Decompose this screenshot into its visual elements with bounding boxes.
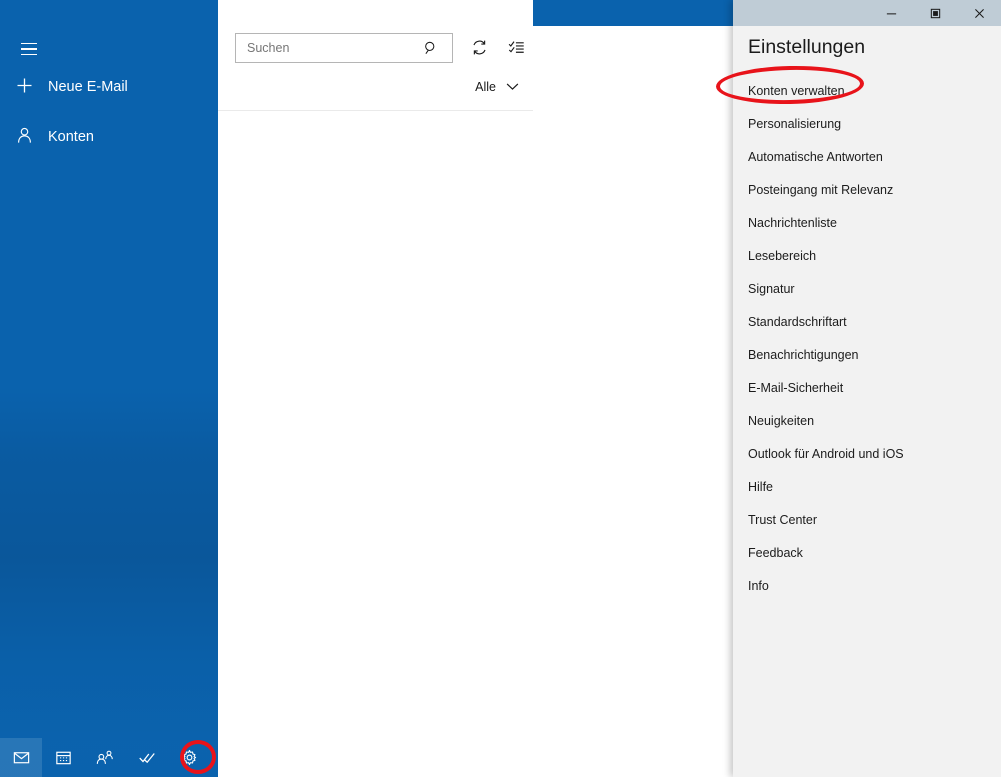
select-list-icon[interactable]: [501, 33, 531, 61]
gear-icon[interactable]: [168, 738, 210, 777]
settings-item-label: Lesebereich: [748, 248, 817, 263]
hamburger-menu-button[interactable]: [12, 36, 46, 62]
settings-item-label: Personalisierung: [748, 116, 842, 131]
settings-item[interactable]: Signatur: [733, 272, 1001, 305]
settings-item-label: Feedback: [748, 545, 803, 560]
window-titlebar: [733, 0, 1001, 26]
people-icon[interactable]: [84, 738, 126, 777]
minimize-button[interactable]: [869, 0, 913, 26]
filter-dropdown[interactable]: Alle: [475, 78, 519, 96]
settings-item[interactable]: Feedback: [733, 536, 1001, 569]
settings-item[interactable]: Nachrichtenliste: [733, 206, 1001, 239]
filter-label: Alle: [475, 80, 496, 94]
chevron-down-icon: [506, 78, 519, 96]
settings-item-label: Posteingang mit Relevanz: [748, 182, 894, 197]
message-list-column: Alle: [218, 0, 533, 777]
reading-pane: [533, 0, 733, 777]
sidebar-item-new-mail[interactable]: Neue E-Mail: [0, 68, 218, 106]
settings-flyout: Einstellungen Konten verwalten Personalis…: [733, 0, 1001, 777]
person-icon: [0, 126, 48, 149]
navigation-sidebar: Neue E-Mail Konten: [0, 0, 218, 777]
search-icon[interactable]: [417, 35, 445, 61]
settings-item-label: Nachrichtenliste: [748, 215, 837, 230]
settings-heading: Einstellungen: [748, 36, 866, 58]
settings-item[interactable]: Standardschriftart: [733, 305, 1001, 338]
settings-item-label: Outlook für Android und iOS: [748, 446, 904, 461]
settings-item[interactable]: Hilfe: [733, 470, 1001, 503]
settings-item-label: Info: [748, 578, 769, 593]
sidebar-item-accounts[interactable]: Konten: [0, 118, 218, 156]
settings-item-label: Benachrichtigungen: [748, 347, 859, 362]
settings-item[interactable]: Lesebereich: [733, 239, 1001, 272]
settings-item-label: E-Mail-Sicherheit: [748, 380, 844, 395]
settings-item[interactable]: Automatische Antworten: [733, 140, 1001, 173]
settings-item[interactable]: E-Mail-Sicherheit: [733, 371, 1001, 404]
message-list-body: [218, 111, 533, 777]
settings-item-label: Trust Center: [748, 512, 818, 527]
mail-window: Mail Neue E-Mail: [0, 0, 733, 777]
settings-item[interactable]: Neuigkeiten: [733, 404, 1001, 437]
settings-item[interactable]: Outlook für Android und iOS: [733, 437, 1001, 470]
envelope-icon[interactable]: [0, 738, 42, 777]
sync-icon[interactable]: [464, 33, 494, 61]
plus-icon: [0, 76, 48, 99]
settings-item-label: Konten verwalten: [748, 83, 845, 98]
sidebar-item-label: Konten: [48, 129, 94, 145]
close-button[interactable]: [957, 0, 1001, 26]
settings-item[interactable]: Trust Center: [733, 503, 1001, 536]
sidebar-item-label: Neue E-Mail: [48, 79, 128, 95]
maximize-button[interactable]: [913, 0, 957, 26]
mail-app-screenshot: Mail Neue E-Mail: [0, 0, 1001, 777]
settings-item-label: Standardschriftart: [748, 314, 847, 329]
search-input[interactable]: [245, 40, 417, 56]
sidebar-bottom-bar: [0, 738, 218, 777]
settings-item-label: Automatische Antworten: [748, 149, 883, 164]
sidebar-background-photo: [0, 355, 218, 777]
settings-item-label: Signatur: [748, 281, 795, 296]
message-list-header: Alle: [218, 0, 533, 111]
settings-item[interactable]: Posteingang mit Relevanz: [733, 173, 1001, 206]
calendar-icon[interactable]: [42, 738, 84, 777]
settings-item[interactable]: Personalisierung: [733, 107, 1001, 140]
settings-item[interactable]: Benachrichtigungen: [733, 338, 1001, 371]
search-box[interactable]: [235, 33, 453, 63]
settings-item[interactable]: Info: [733, 569, 1001, 602]
settings-item-label: Neuigkeiten: [748, 413, 815, 428]
settings-item[interactable]: Konten verwalten: [733, 74, 1001, 107]
check-tasks-icon[interactable]: [126, 738, 168, 777]
settings-menu: Konten verwalten Personalisierung Automati…: [733, 74, 1001, 602]
settings-item-label: Hilfe: [748, 479, 774, 494]
